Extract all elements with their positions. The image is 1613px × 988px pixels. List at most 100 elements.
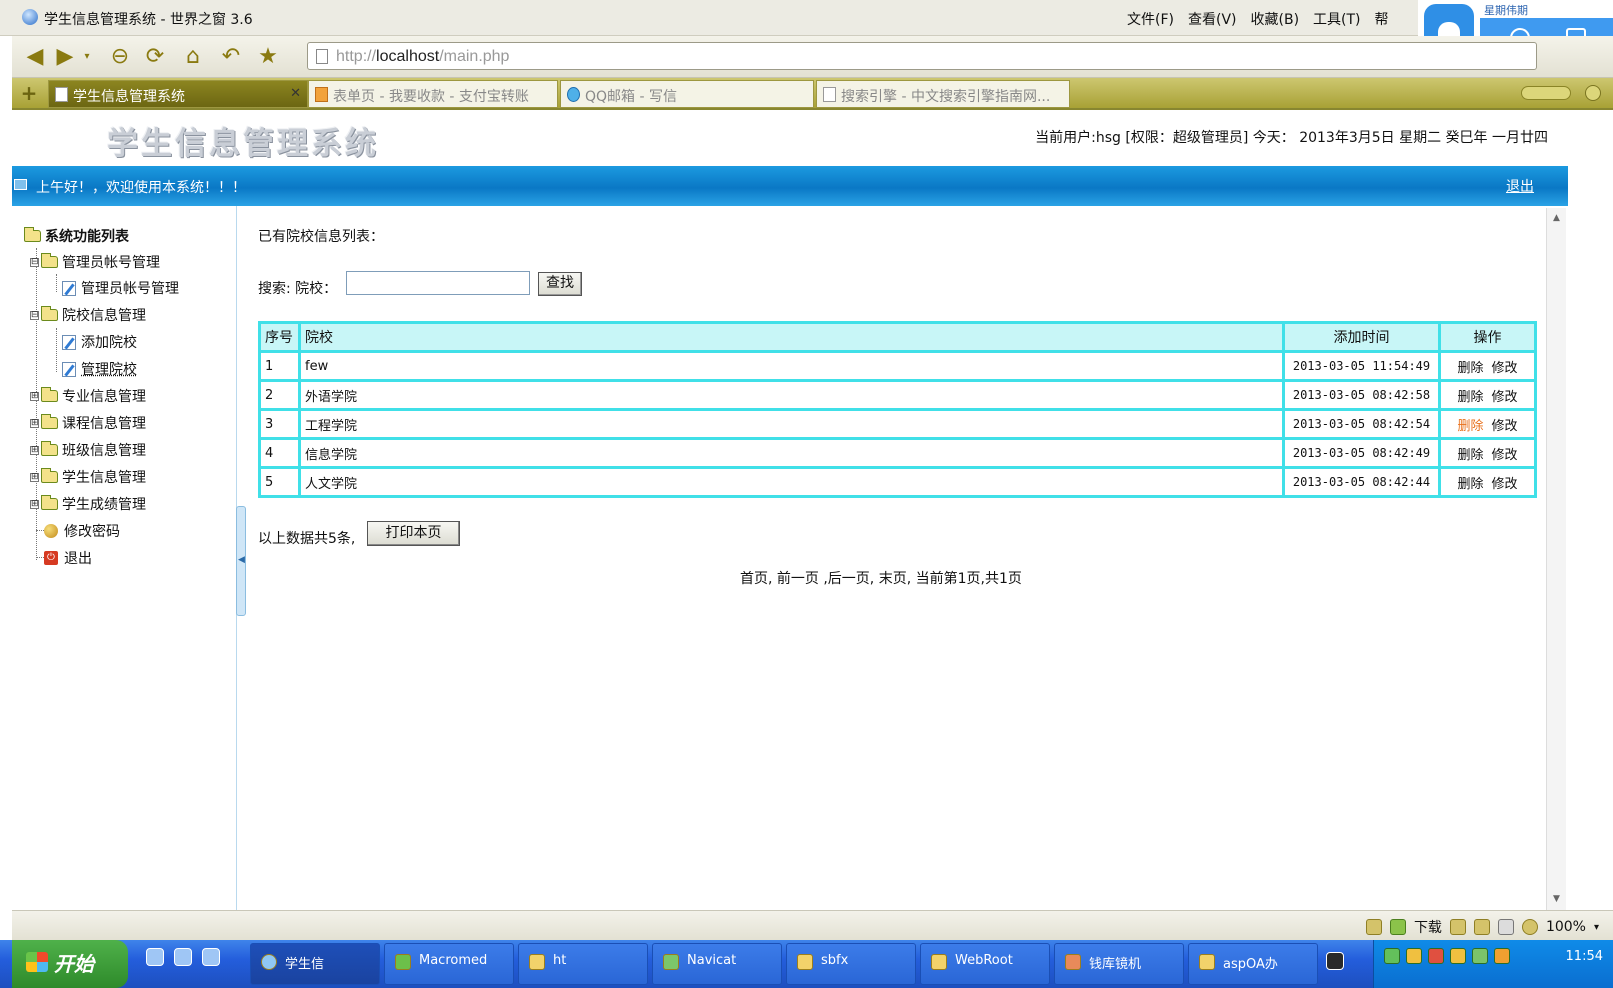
browser-globe-icon bbox=[22, 9, 38, 25]
welcome-bar: 上午好！，欢迎使用本系统！！！ 退出 bbox=[12, 166, 1568, 206]
taskbar-item[interactable]: 学生信 bbox=[250, 943, 380, 985]
print-button[interactable]: 打印本页 bbox=[367, 521, 460, 546]
home-icon[interactable]: ⌂ bbox=[180, 43, 206, 69]
tab-qqmail[interactable]: QQ邮箱 - 写信 bbox=[560, 80, 814, 108]
tray-security-icon[interactable] bbox=[1428, 948, 1444, 964]
speaker-icon[interactable] bbox=[1497, 919, 1514, 935]
sidebar-item-school-group[interactable]: ⊟ 院校信息管理 bbox=[30, 305, 146, 325]
expand-toggle-icon[interactable]: ⊞ bbox=[30, 472, 39, 482]
folder-icon bbox=[41, 468, 58, 483]
tab-alipay[interactable]: 表单页 - 我要收款 - 支付宝转账 bbox=[308, 80, 558, 108]
screenshot-icon[interactable] bbox=[1365, 919, 1382, 935]
sidebar-item-manage-school[interactable]: 管理院校 bbox=[62, 359, 137, 379]
edit-link[interactable]: 修改 bbox=[1492, 477, 1518, 492]
tray-tool-icon[interactable] bbox=[1450, 948, 1466, 964]
menu-view[interactable]: 查看(V) bbox=[1188, 9, 1237, 29]
sidebar-item-add-school[interactable]: 添加院校 bbox=[62, 332, 137, 352]
edit-link[interactable]: 修改 bbox=[1492, 448, 1518, 463]
scroll-down-icon[interactable]: ▼ bbox=[1550, 893, 1563, 906]
tab-student-system[interactable]: 学生信息管理系统 ✕ bbox=[48, 80, 308, 108]
tray-shield-icon[interactable] bbox=[1472, 948, 1488, 964]
logout-link[interactable]: 退出 bbox=[1506, 176, 1534, 196]
back-icon[interactable]: ◀ bbox=[22, 43, 48, 69]
menu-favorites[interactable]: 收藏(B) bbox=[1251, 9, 1300, 29]
delete-link[interactable]: 删除 bbox=[1457, 477, 1483, 492]
taskbar-item[interactable]: Macromed bbox=[384, 943, 514, 985]
car-icon[interactable] bbox=[1473, 919, 1490, 935]
zoom-level[interactable]: 100% bbox=[1546, 919, 1586, 935]
expand-toggle-icon[interactable]: ⊞ bbox=[30, 499, 39, 509]
sidebar-item-admin-group[interactable]: ⊟ 管理员帐号管理 bbox=[30, 252, 160, 272]
expand-toggle-icon[interactable]: ⊞ bbox=[30, 418, 39, 428]
sidebar-item-course-group[interactable]: ⊞ 课程信息管理 bbox=[30, 413, 146, 433]
delete-link[interactable]: 删除 bbox=[1457, 419, 1483, 434]
forward-icon[interactable]: ▶ bbox=[52, 43, 78, 69]
edit-link[interactable]: 修改 bbox=[1492, 361, 1518, 376]
quicklaunch-desktop-icon[interactable] bbox=[202, 948, 220, 966]
folder-icon bbox=[1199, 954, 1215, 970]
tab-menu-icon[interactable] bbox=[1585, 85, 1601, 101]
sidebar-item-change-password[interactable]: 修改密码 bbox=[44, 521, 120, 541]
taskbar-item[interactable]: sbfx bbox=[786, 943, 916, 985]
search-button[interactable]: 查找 bbox=[538, 272, 582, 296]
address-url[interactable]: http://localhost/main.php bbox=[336, 48, 509, 66]
new-tab-plus-icon[interactable]: + bbox=[18, 82, 40, 104]
search-input[interactable] bbox=[346, 271, 530, 295]
expand-toggle-icon[interactable]: ⊞ bbox=[30, 445, 39, 455]
download-label[interactable]: 下载 bbox=[1414, 917, 1442, 937]
taskbar-item[interactable]: aspOA办 bbox=[1188, 943, 1318, 985]
clipboard-icon[interactable] bbox=[1449, 919, 1466, 935]
tab-search-engine[interactable]: 搜索引擎 - 中文搜索引擎指南网... bbox=[816, 80, 1070, 108]
sidebar-collapse-handle[interactable]: ◀ bbox=[236, 506, 246, 616]
sidebar-item-exit[interactable]: ⏻ 退出 bbox=[44, 548, 92, 568]
cell-seq: 5 bbox=[258, 466, 301, 498]
taskbar-item[interactable]: 钱库镜机 bbox=[1054, 943, 1184, 985]
pagination[interactable]: 首页, 前一页 ,后一页, 末页, 当前第1页,共1页 bbox=[740, 568, 1022, 588]
history-dropdown-icon[interactable]: ▾ bbox=[80, 43, 94, 69]
quicklaunch-ie-icon[interactable] bbox=[146, 948, 164, 966]
menu-help[interactable]: 帮 bbox=[1375, 9, 1389, 29]
menu-file[interactable]: 文件(F) bbox=[1127, 9, 1174, 29]
edit-link[interactable]: 修改 bbox=[1492, 390, 1518, 405]
cell-time: 2013-03-05 08:42:58 bbox=[1282, 379, 1441, 411]
delete-link[interactable]: 删除 bbox=[1457, 361, 1483, 376]
site-logo: 学生信息管理系统 bbox=[107, 126, 379, 162]
expand-toggle-icon[interactable]: ⊞ bbox=[30, 391, 39, 401]
cell-seq: 4 bbox=[258, 437, 301, 469]
chevron-down-icon[interactable]: ▾ bbox=[1594, 922, 1599, 933]
quicklaunch-browser-icon[interactable] bbox=[174, 948, 192, 966]
keyboard-icon[interactable] bbox=[1326, 952, 1344, 970]
scroll-up-icon[interactable]: ▲ bbox=[1550, 212, 1563, 225]
sidebar-item-student-group[interactable]: ⊞ 学生信息管理 bbox=[30, 467, 146, 487]
download-icon[interactable] bbox=[1389, 919, 1406, 935]
taskbar-item[interactable]: ht bbox=[518, 943, 648, 985]
delete-link[interactable]: 删除 bbox=[1457, 390, 1483, 405]
undo-icon[interactable]: ↶ bbox=[218, 43, 244, 69]
widget-promo[interactable]: 星期伟期 bbox=[1484, 2, 1528, 18]
taskbar-item[interactable]: WebRoot bbox=[920, 943, 1050, 985]
sidebar-item-admin-account[interactable]: 管理员帐号管理 bbox=[62, 278, 179, 298]
tab-scroll-control[interactable] bbox=[1521, 86, 1571, 100]
menu-tools[interactable]: 工具(T) bbox=[1313, 9, 1360, 29]
tray-app-icon[interactable] bbox=[1494, 948, 1510, 964]
collapse-toggle-icon[interactable]: ⊟ bbox=[30, 257, 39, 267]
collapse-toggle-icon[interactable]: ⊟ bbox=[30, 310, 39, 320]
sidebar-item-class-group[interactable]: ⊞ 班级信息管理 bbox=[30, 440, 146, 460]
edit-link[interactable]: 修改 bbox=[1492, 419, 1518, 434]
tray-network-icon[interactable] bbox=[1384, 948, 1400, 964]
address-bar[interactable]: http://localhost/main.php bbox=[307, 42, 1537, 70]
sidebar-root[interactable]: 系统功能列表 bbox=[24, 226, 129, 246]
close-icon[interactable]: ✕ bbox=[290, 86, 301, 101]
sidebar-item-score-group[interactable]: ⊞ 学生成绩管理 bbox=[30, 494, 146, 514]
delete-link[interactable]: 删除 bbox=[1457, 448, 1483, 463]
start-button[interactable]: 开始 bbox=[12, 940, 128, 988]
tray-qq-icon[interactable] bbox=[1406, 948, 1422, 964]
taskbar-item[interactable]: Navicat bbox=[652, 943, 782, 985]
vertical-scrollbar[interactable]: ▲ ▼ bbox=[1546, 208, 1566, 910]
stop-icon[interactable]: ⊖ bbox=[107, 43, 133, 69]
sidebar-item-major-group[interactable]: ⊞ 专业信息管理 bbox=[30, 386, 146, 406]
sidebar-item-label: 课程信息管理 bbox=[62, 416, 146, 432]
zoom-icon[interactable] bbox=[1521, 919, 1538, 935]
favorite-star-icon[interactable]: ★ bbox=[255, 43, 281, 69]
refresh-icon[interactable]: ⟳ bbox=[142, 43, 168, 69]
